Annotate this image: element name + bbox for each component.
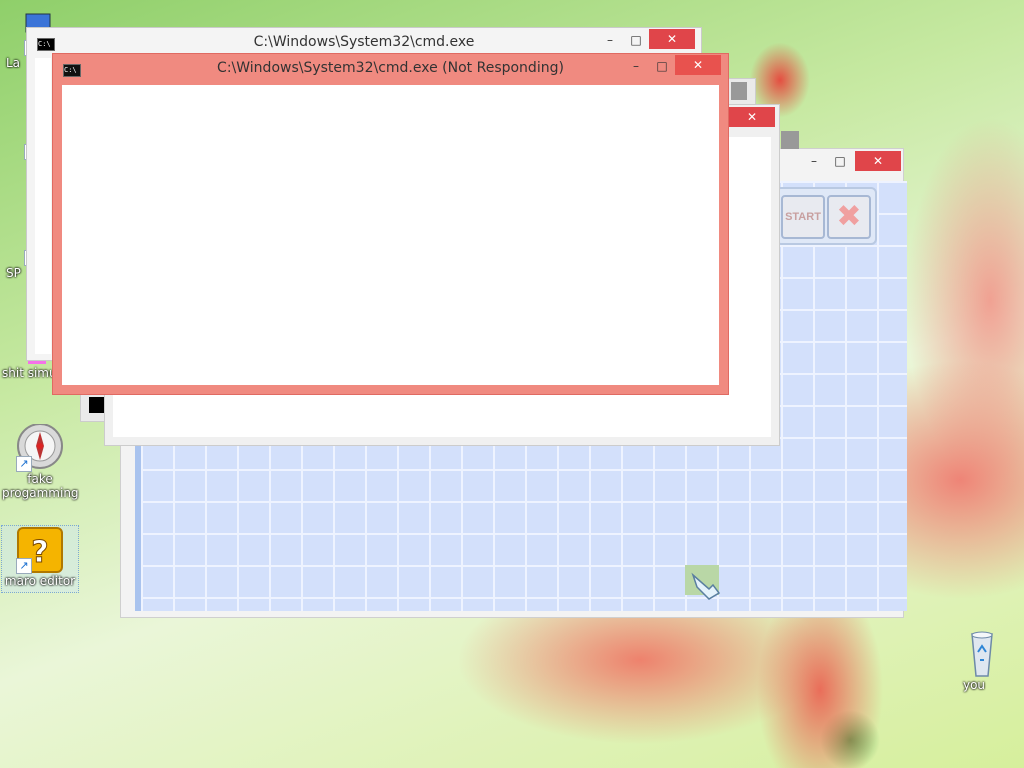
shortcut-arrow-icon: ↗ — [16, 456, 32, 472]
recycle-bin-icon — [950, 630, 998, 678]
cmd-window-not-responding[interactable]: C:\ C:\Windows\System32\cmd.exe (Not Res… — [52, 53, 729, 395]
hand-cursor-icon — [685, 565, 721, 600]
close-game-button[interactable]: ✖ — [827, 195, 871, 239]
desktop-icon-label: maro editor — [4, 574, 76, 588]
close-button[interactable]: ✕ — [855, 151, 901, 171]
close-button[interactable]: ✕ — [729, 107, 775, 127]
desktop-icon-recycle-bin[interactable]: you — [936, 630, 1012, 692]
shortcut-arrow-icon: ↗ — [16, 558, 32, 574]
window-client-area — [35, 58, 51, 354]
minimize-button[interactable]: – — [623, 56, 649, 76]
desktop-icon-fake-programming[interactable]: ↗ fake progamming — [2, 423, 79, 500]
question-block-icon: ? ↗ — [16, 526, 64, 574]
fake-programming-icon: ↗ — [16, 423, 64, 472]
maximize-button[interactable]: □ — [649, 56, 675, 76]
close-button[interactable]: ✕ — [649, 29, 695, 49]
black-square — [89, 397, 105, 413]
window-client-area — [62, 85, 719, 385]
maximize-button[interactable]: □ — [623, 30, 649, 50]
close-button[interactable]: ✕ — [675, 55, 721, 75]
desktop-icon-label: fake progamming — [2, 472, 79, 500]
window-titlebar-block — [731, 82, 747, 100]
window-titlebar-block — [781, 131, 799, 149]
maximize-button[interactable]: □ — [827, 151, 853, 171]
svg-text:?: ? — [31, 535, 48, 570]
minimize-button[interactable]: – — [801, 151, 827, 171]
desktop-icon-maro-editor[interactable]: ? ↗ maro editor — [1, 525, 79, 593]
x-icon: ✖ — [836, 199, 862, 234]
start-button[interactable]: START — [781, 195, 825, 239]
start-button-label: START — [785, 211, 821, 223]
desktop-icon-label: you — [962, 678, 986, 692]
minimize-button[interactable]: – — [597, 30, 623, 50]
